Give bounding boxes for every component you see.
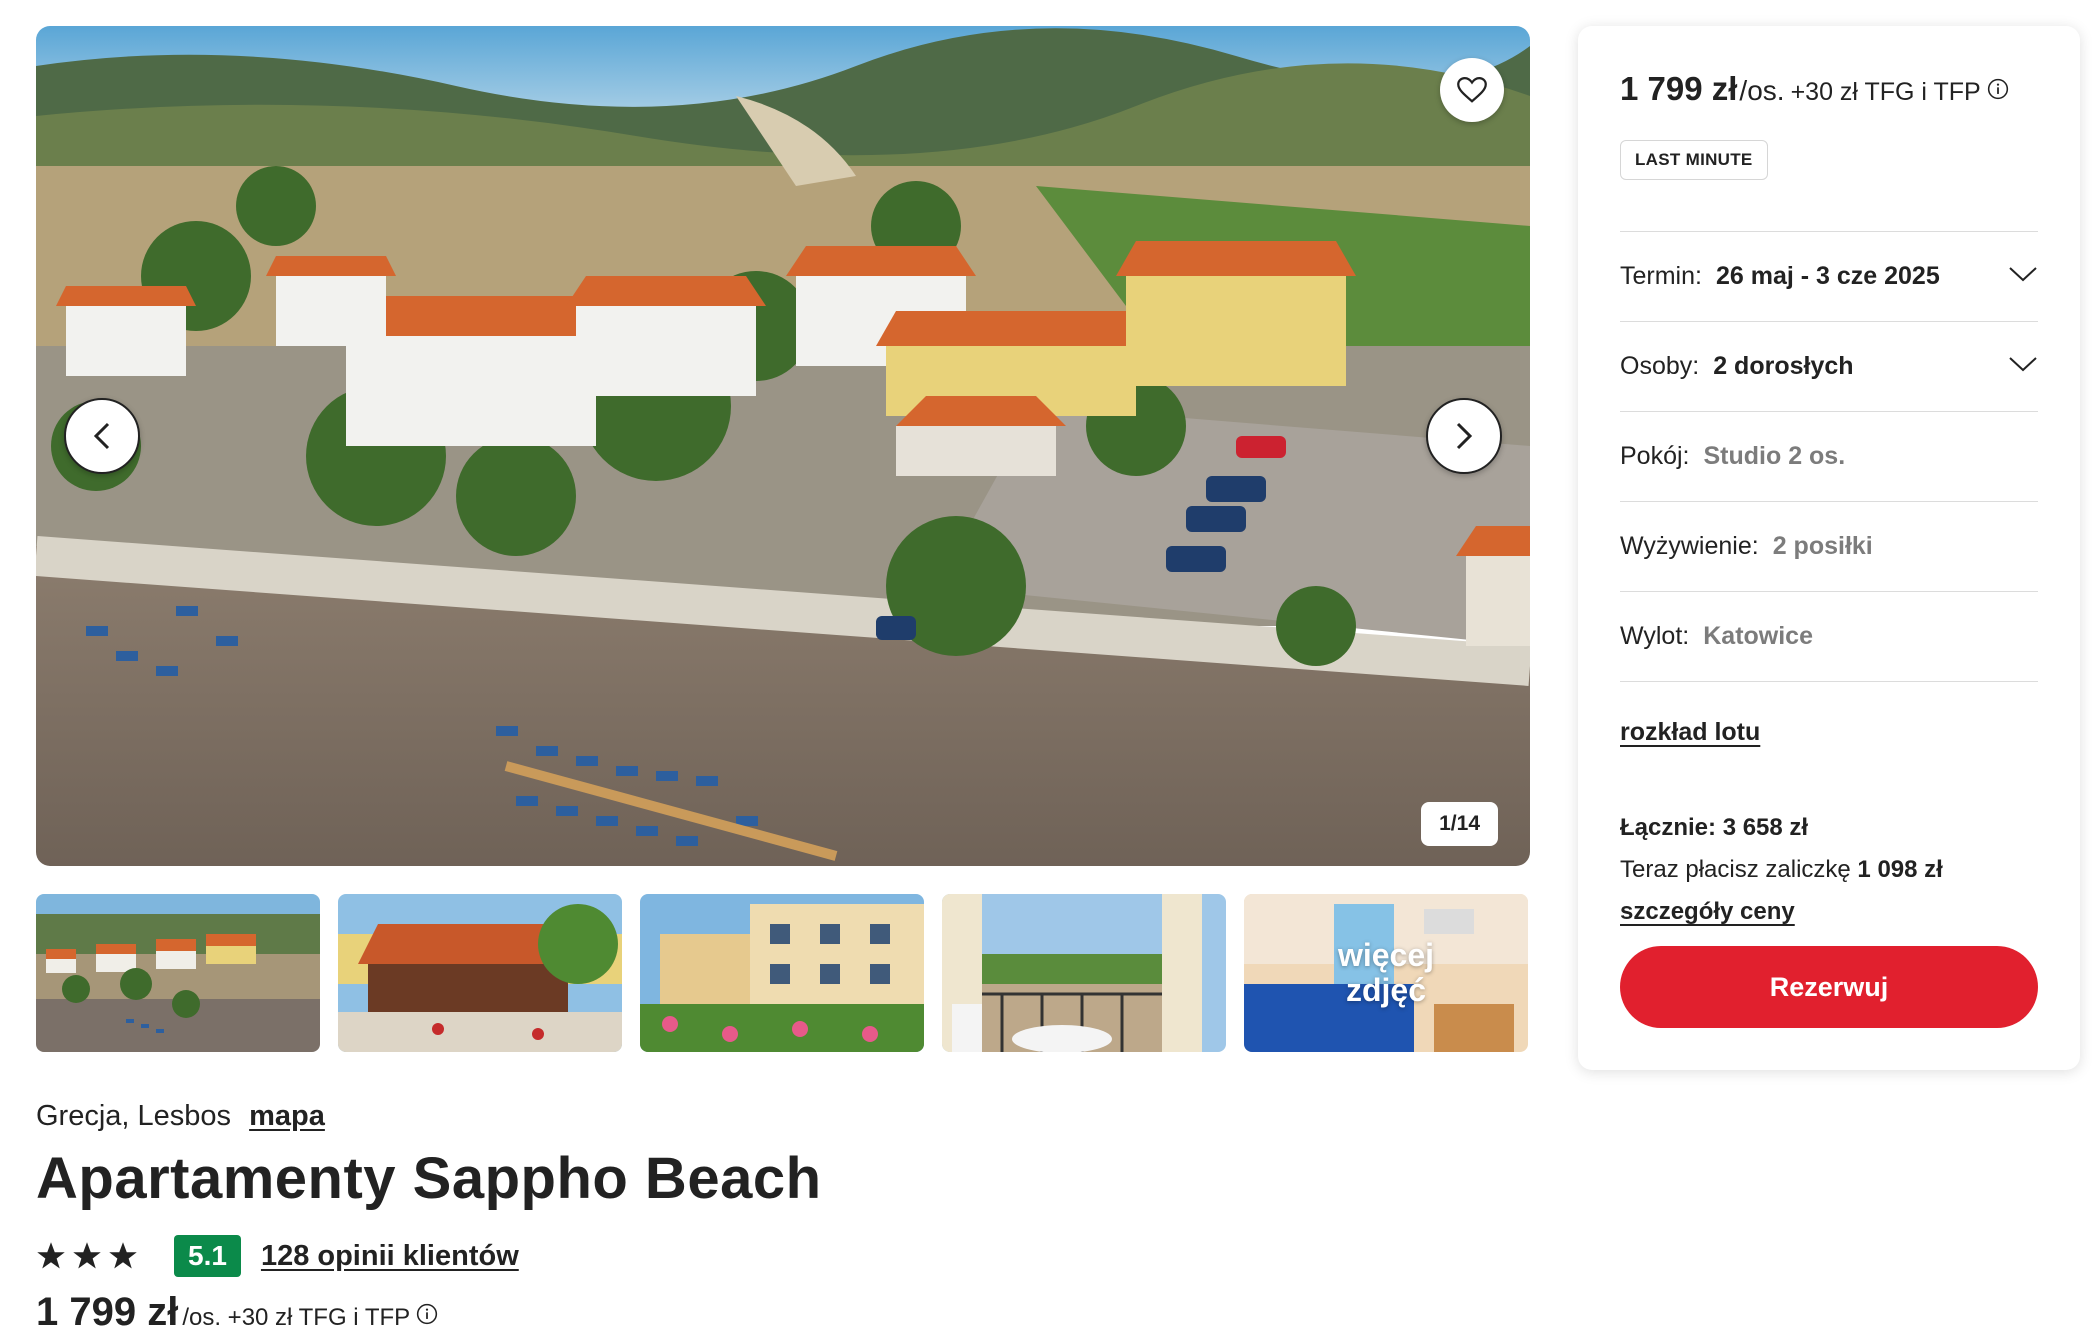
chevron-down-icon xyxy=(2009,267,2037,282)
card-price: 1 799 zł /os. +30 zł TFG i TFP xyxy=(1620,70,2009,108)
room-value: Studio 2 os. xyxy=(1703,442,1846,470)
thumb-aerial[interactable] xyxy=(36,894,320,1052)
star-icon xyxy=(109,1242,137,1269)
board-row: Wyżywienie: 2 posiłki xyxy=(1620,501,2038,591)
date-value: 26 maj - 3 cze 2025 xyxy=(1715,262,1940,290)
next-image-button[interactable] xyxy=(1426,398,1502,474)
star-icon xyxy=(73,1242,101,1269)
booking-card: 1 799 zł /os. +30 zł TFG i TFP LAST MINU… xyxy=(1578,26,2080,1070)
total-price: Łącznie: 3 658 zł xyxy=(1620,814,1809,841)
hotel-price: 1 799 zł xyxy=(36,1290,179,1334)
card-price-fee: +30 zł TFG i TFP xyxy=(1790,78,1981,106)
thumbnail-image xyxy=(942,894,1226,1052)
date-selector[interactable]: Termin: 26 maj - 3 cze 2025 xyxy=(1620,231,2038,321)
location-text: Grecja, Lesbos xyxy=(36,1100,232,1132)
deposit-amount: 1 098 zł xyxy=(1857,856,1943,883)
persons-label: Osoby: xyxy=(1620,352,1700,380)
image-counter: 1/14 xyxy=(1421,802,1498,846)
chevron-down-icon xyxy=(2009,357,2037,372)
favorite-button[interactable] xyxy=(1440,58,1504,122)
thumbnail-image xyxy=(640,894,924,1052)
departure-value: Katowice xyxy=(1703,622,1813,650)
hotel-price-row: 1 799 zł /os. +30 zł TFG i TFP xyxy=(36,1290,438,1335)
persons-value: 2 dorosłych xyxy=(1713,352,1854,380)
main-gallery-image[interactable]: 1/14 xyxy=(36,26,1530,866)
hotel-title: Apartamenty Sappho Beach xyxy=(36,1146,822,1211)
departure-row: Wylot: Katowice xyxy=(1620,591,2038,681)
rating-row: 5.1 128 opinii klientów xyxy=(36,1234,519,1278)
thumb-more-photos[interactable]: więcej zdjęć xyxy=(1244,894,1528,1052)
score-badge: 5.1 xyxy=(174,1235,241,1277)
board-label: Wyżywienie: xyxy=(1620,532,1759,560)
deposit-text: Teraz płacisz zaliczkę xyxy=(1620,856,1851,883)
chevron-right-icon xyxy=(1456,422,1473,450)
star-rating xyxy=(36,1241,138,1271)
card-price-amount: 1 799 zł xyxy=(1620,70,1738,107)
divider xyxy=(1620,681,2038,682)
reviews-link[interactable]: 128 opinii klientów xyxy=(261,1240,519,1273)
card-price-per: /os. xyxy=(1739,75,1785,106)
aerial-photo xyxy=(36,26,1530,866)
location-line: Grecja, Lesbos mapa xyxy=(36,1100,325,1133)
chevron-left-icon xyxy=(93,422,110,450)
flight-schedule-link[interactable]: rozkład lotu xyxy=(1620,718,1760,747)
board-value: 2 posiłki xyxy=(1772,532,1873,560)
map-link[interactable]: mapa xyxy=(249,1100,325,1132)
room-row: Pokój: Studio 2 os. xyxy=(1620,411,2038,501)
date-label: Termin: xyxy=(1620,262,1702,290)
price-details-link[interactable]: szczegóły ceny xyxy=(1620,898,1795,926)
thumbnail-image xyxy=(338,894,622,1052)
star-icon xyxy=(37,1242,65,1269)
thumb-restaurant[interactable] xyxy=(338,894,622,1052)
more-photos-label: więcej zdjęć xyxy=(1337,936,1435,1008)
thumbnail-image xyxy=(36,894,320,1052)
last-minute-badge: LAST MINUTE xyxy=(1620,140,1768,180)
hotel-price-suffix: /os. +30 zł TFG i TFP xyxy=(182,1304,411,1331)
thumbnail-strip: więcej zdjęć xyxy=(36,894,1530,1052)
book-button[interactable]: Rezerwuj xyxy=(1620,946,2038,1028)
room-label: Pokój: xyxy=(1620,442,1690,470)
departure-label: Wylot: xyxy=(1620,622,1690,650)
prev-image-button[interactable] xyxy=(64,398,140,474)
info-icon[interactable] xyxy=(416,1303,438,1325)
heart-icon xyxy=(1457,76,1487,103)
deposit-line: Teraz płacisz zaliczkę 1 098 zł xyxy=(1620,856,1943,884)
persons-selector[interactable]: Osoby: 2 dorosłych xyxy=(1620,321,2038,411)
info-icon[interactable] xyxy=(1987,78,2009,100)
thumb-balcony[interactable] xyxy=(942,894,1226,1052)
thumb-building[interactable] xyxy=(640,894,924,1052)
